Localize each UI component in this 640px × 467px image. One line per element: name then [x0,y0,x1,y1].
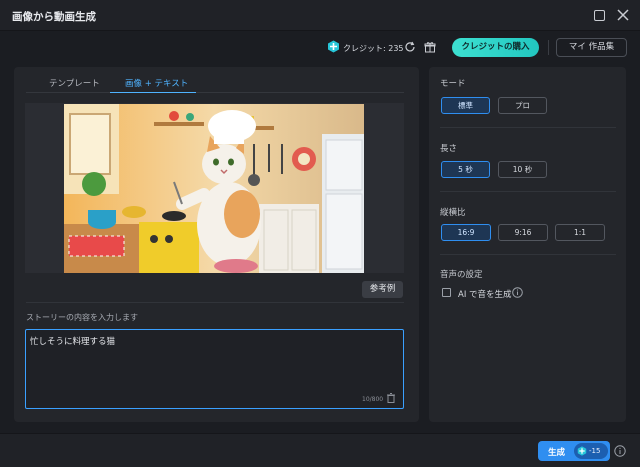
story-input-label: ストーリーの内容を入力します [26,313,138,322]
story-text-value[interactable]: 忙しそうに料理する猫 [30,335,115,347]
tab-divider [26,92,404,93]
my-works-button[interactable]: マイ 作品集 [556,38,627,57]
credit-icon [328,40,339,53]
aspect-9-16-option[interactable]: 9:16 [498,224,548,241]
active-tab-indicator [110,92,196,93]
ai-audio-checkbox[interactable] [442,288,451,297]
length-10s-option[interactable]: 10 秒 [498,161,547,178]
aspect-ratio-label: 縦横比 [440,208,466,218]
buy-credits-button[interactable]: クレジットの購入 [452,38,539,57]
generate-cost: -15 [589,447,601,455]
tab-image-text[interactable]: 画像 + テキスト [125,77,188,89]
settings-panel [429,67,626,422]
mode-label: モード [440,79,466,89]
credit-icon [577,446,587,456]
credit-balance: クレジット: 235 [343,44,404,53]
section-divider [26,302,404,303]
window-title: 画像から動画生成 [12,11,96,23]
trash-icon[interactable] [387,393,395,403]
settings-divider [440,191,616,192]
maximize-icon[interactable] [594,10,605,21]
top-toolbar [0,32,640,62]
toolbar-divider [548,40,549,55]
refresh-icon[interactable] [404,41,416,53]
aspect-16-9-option[interactable]: 16:9 [441,224,491,241]
tab-template[interactable]: テンプレート [49,77,100,89]
help-icon[interactable] [614,445,626,457]
length-label: 長さ [440,144,458,154]
settings-divider [440,127,616,128]
character-counter: 10/800 [362,396,384,403]
close-icon[interactable] [616,8,630,22]
ai-audio-label[interactable]: AI で音を生成 [458,288,512,300]
reference-example-button[interactable]: 参考例 [362,281,403,298]
mode-pro-option[interactable]: プロ [498,97,547,114]
length-5s-option[interactable]: 5 秒 [441,161,490,178]
gift-icon[interactable] [424,41,436,53]
aspect-1-1-option[interactable]: 1:1 [555,224,605,241]
generate-label[interactable]: 生成 [548,446,565,458]
mode-standard-option[interactable]: 標準 [441,97,490,114]
settings-divider [440,254,616,255]
info-icon[interactable] [512,287,523,298]
title-bar [0,0,640,31]
reference-image [64,104,364,273]
audio-settings-label: 音声の設定 [440,270,483,280]
